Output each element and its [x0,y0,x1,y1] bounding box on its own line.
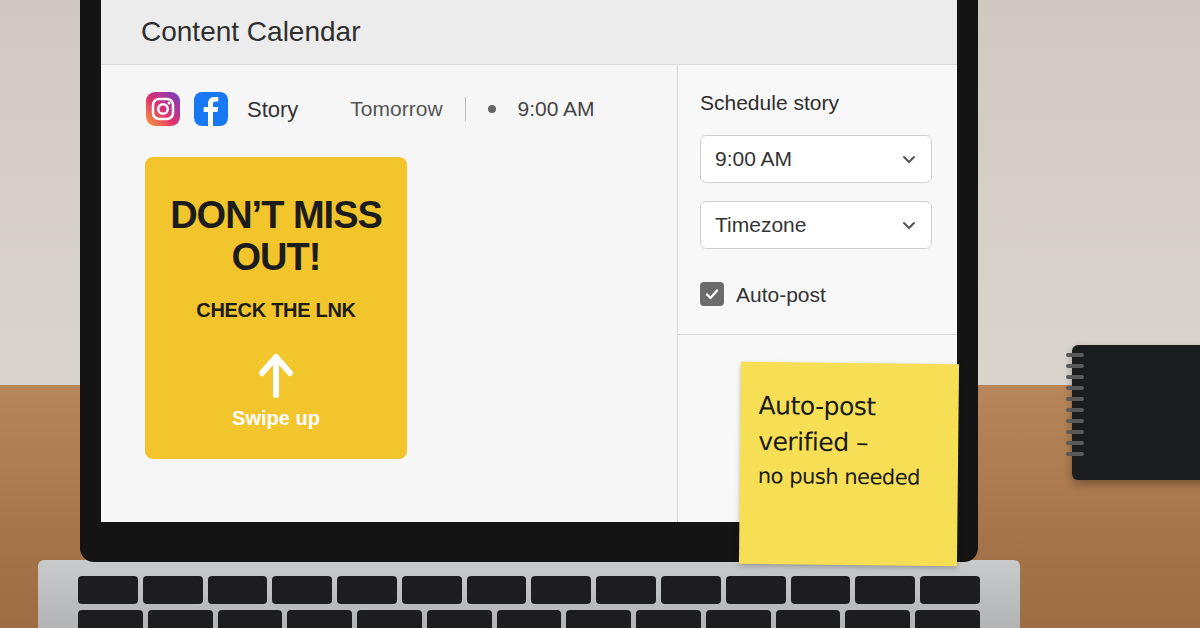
key [845,610,910,628]
story-headline: DON’T MISS OUT! [155,195,397,279]
auto-post-checkbox[interactable] [700,282,724,306]
spiral-ring [1066,408,1084,412]
key [661,576,721,604]
time-select[interactable]: 9:00 AM [700,135,932,183]
key [920,576,980,604]
instagram-icon [145,91,181,127]
notebook [1072,345,1200,480]
time-value: 9:00 AM [715,143,792,175]
schedule-title: Schedule story [700,87,935,119]
key [337,576,397,604]
key [78,576,138,604]
keyboard [38,560,1020,628]
key [208,576,268,604]
key [218,610,283,628]
story-preview: DON’T MISS OUT! CHECK THE LNK Swipe up [145,157,407,459]
up-arrow-icon [256,353,296,399]
spiral-ring [1066,430,1084,434]
key [915,610,980,628]
key [402,576,462,604]
facebook-icon [193,91,229,127]
spiral-ring [1066,386,1084,390]
title-bar: Content Calendar [101,0,957,65]
story-subline: CHECK THE LNK [196,295,355,325]
key [78,610,143,628]
key [566,610,631,628]
key [636,610,701,628]
dot-icon [488,105,496,113]
key [287,610,352,628]
timezone-value: Timezone [715,209,806,241]
notebook-spiral [1066,353,1084,456]
post-header: Story Tomorrow 9:00 AM [145,91,677,127]
spiral-ring [1066,397,1084,401]
key [357,610,422,628]
key [706,610,771,628]
desk-scene: Content Calendar Story Tomorrow 9:00 AM DON’… [0,0,1200,628]
key [596,576,656,604]
spiral-ring [1066,452,1084,456]
key [148,610,213,628]
key-row [78,576,980,604]
spiral-ring [1066,375,1084,379]
spiral-ring [1066,364,1084,368]
auto-post-option[interactable]: Auto-post [700,279,935,311]
key [143,576,203,604]
key [531,576,591,604]
post-time: 9:00 AM [518,93,595,125]
key [497,610,562,628]
post-panel: Story Tomorrow 9:00 AM DON’T MISS OUT! CHECK… [101,65,677,522]
spiral-ring [1066,441,1084,445]
sticky-note-line: no push needed [758,461,946,493]
post-day: Tomorrow [350,93,442,125]
sticky-note-line: Auto-post [758,388,946,426]
timezone-select[interactable]: Timezone [700,201,932,249]
chevron-down-icon [901,218,917,232]
key [776,610,841,628]
divider [465,97,466,121]
post-type: Story [247,93,298,126]
sticky-note: Auto-postverified –no push needed [739,362,959,566]
key [791,576,851,604]
key [272,576,332,604]
key [726,576,786,604]
key [467,576,527,604]
spiral-ring [1066,419,1084,423]
spiral-ring [1066,353,1084,357]
chevron-down-icon [901,152,917,166]
sticky-note-line: verified – [758,424,946,462]
key [855,576,915,604]
schedule-form: Schedule story 9:00 AM Timezone Auto-post [678,65,957,335]
auto-post-label: Auto-post [736,279,826,311]
swipe-up-label: Swipe up [232,403,320,433]
key [427,610,492,628]
page-title: Content Calendar [141,11,360,53]
key-row [78,610,980,628]
